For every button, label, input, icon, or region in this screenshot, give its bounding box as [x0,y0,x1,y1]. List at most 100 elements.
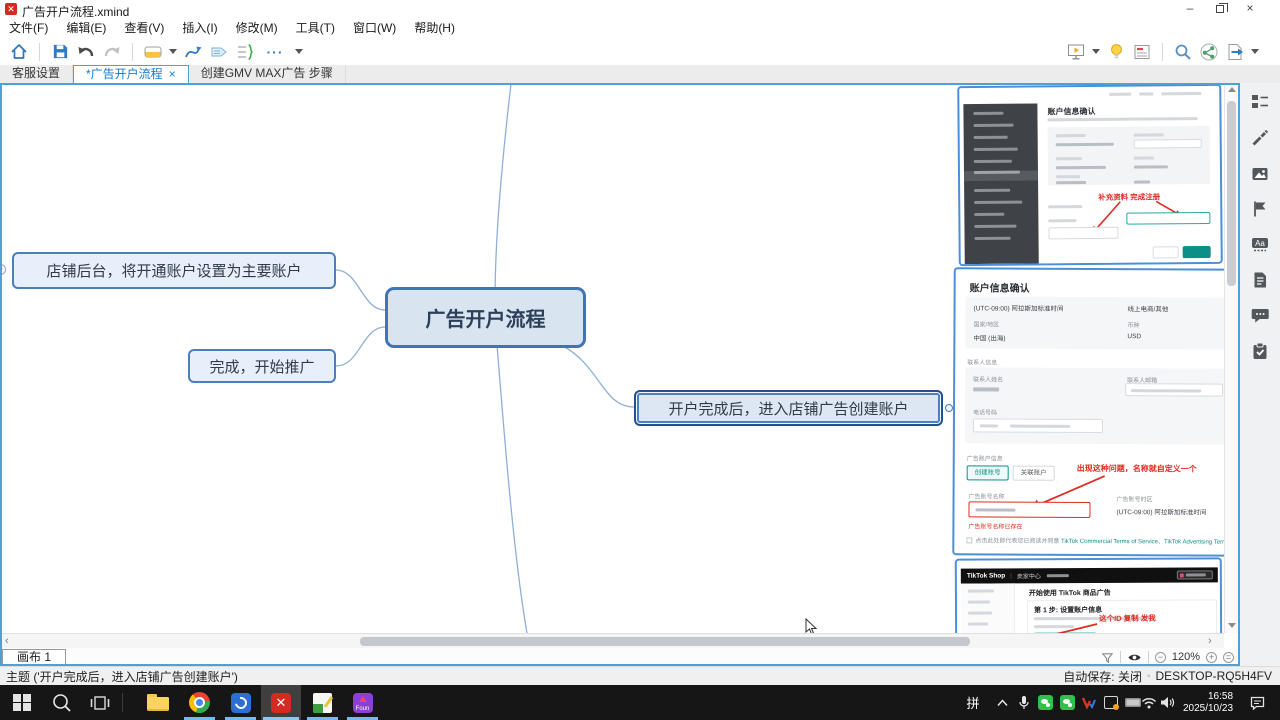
sticker-text-icon[interactable]: Aa [1251,235,1269,253]
topic-selected-create-ad-account[interactable]: 开户完成后，进入店铺广告创建账户 [634,390,943,426]
horizontal-scrollbar[interactable]: ‹ › [0,633,1224,648]
export-dropdown[interactable] [1251,49,1259,54]
tab-close-icon[interactable]: × [169,66,176,83]
save-button[interactable] [47,40,73,64]
start-button[interactable] [2,685,42,720]
redo-button[interactable] [99,40,125,64]
tray-screenshot-icon[interactable] [1100,685,1122,720]
export-icon [1225,42,1245,62]
vertical-scrollbar[interactable] [1224,83,1238,633]
home-button[interactable] [6,40,32,64]
topic-shop-backend[interactable]: 店铺后台，将开通账户设置为主要账户 [12,252,336,289]
windows-taskbar: ✕ Foun 拼 [0,685,1280,720]
taskbar-notes-app[interactable] [303,685,342,720]
export-button[interactable] [1222,40,1248,64]
zoom-fit-button[interactable]: = [1223,652,1234,663]
remote-app-icon [231,693,251,713]
tray-security-icon[interactable] [1078,685,1100,720]
notes-button[interactable] [1129,40,1155,64]
outline-icon[interactable] [1251,93,1269,111]
menu-window[interactable]: 窗口(W) [344,19,405,38]
zoom-level[interactable]: 120% [1172,651,1200,663]
more-dots-icon: ··· [267,44,284,60]
notes-app-icon [313,693,332,713]
taskbar-chrome[interactable] [180,685,219,720]
search-button[interactable] [1170,40,1196,64]
note-icon[interactable] [1251,271,1269,289]
menu-modify[interactable]: 修改(M) [227,19,287,38]
sheet-tab-canvas1[interactable]: 画布 1 [2,649,66,665]
taskbar-xmind-active[interactable]: ✕ [261,685,301,720]
autosave-status[interactable]: 自动保存: 关闭 [1063,668,1142,685]
zoom-in-button[interactable]: + [1206,652,1217,663]
new-topic-dropdown[interactable] [169,49,177,54]
topic-icon [143,42,163,62]
selection-info: 主题 ('开户完成后，进入店铺广告创建账户') [0,668,238,685]
task-view-icon [90,694,110,712]
summary-button[interactable] [206,40,232,64]
tray-volume-icon[interactable] [1156,685,1178,720]
task-view-button[interactable] [82,685,118,720]
undo-button[interactable] [73,40,99,64]
tray-hidden-icons[interactable] [992,685,1012,720]
scroll-left-arrow[interactable]: ‹ [5,634,9,648]
image-icon[interactable] [1251,165,1269,183]
device-name: DESKTOP-RQ5H4FV [1156,669,1272,683]
menu-insert[interactable]: 插入(I) [173,19,226,38]
menu-help[interactable]: 帮助(H) [405,19,464,38]
presentation-button[interactable] [1063,40,1089,64]
founder-app-icon: Foun [353,693,373,713]
format-brush-icon[interactable] [1251,129,1269,147]
screenshot-account-confirm-modal[interactable]: 账户信息确认 补充资料 完成 [957,84,1223,266]
scroll-right-arrow[interactable]: › [1208,634,1212,648]
confirm-button-mini [1183,246,1211,258]
minimize-button[interactable]: – [1175,0,1205,18]
menu-edit[interactable]: 编辑(E) [57,19,115,38]
task-clipboard-icon[interactable] [1251,342,1269,360]
vertical-scroll-thumb[interactable] [1227,101,1236,286]
taskbar-search-button[interactable] [42,685,82,720]
tab-customer-service[interactable]: 客服设置 [0,65,73,83]
screenshot-account-info-form[interactable]: 账户信息确认 (UTC-09:00) 阿拉斯加标准时间 线上电商/其他 国家/地… [952,267,1224,556]
menu-file[interactable]: 文件(F) [0,19,57,38]
search-icon [1173,42,1193,62]
mindmap-canvas[interactable]: + 店铺后台，将开通账户设置为主要账户 完成，开始推广 广告开户流程 开户完成后… [0,83,1224,633]
menu-view[interactable]: 查看(V) [115,19,173,38]
tray-wechat-icon[interactable] [1034,685,1056,720]
topic-expand-handle[interactable] [945,404,953,412]
maximize-button[interactable] [1205,0,1235,18]
zoom-out-button[interactable]: − [1155,652,1166,663]
new-topic-button[interactable] [140,40,166,64]
tab-ad-account-flow[interactable]: *广告开户流程 × [73,65,189,83]
scroll-down-arrow[interactable] [1228,623,1236,628]
filter-icon[interactable] [1101,651,1114,664]
horizontal-scroll-thumb[interactable] [360,637,970,646]
taskbar-founder-app[interactable]: Foun [343,685,382,720]
topic-start-promotion[interactable]: 完成，开始推广 [188,349,336,383]
taskbar-clock[interactable]: 16:58 2025/10/23 [1178,685,1238,720]
screenshot-tiktok-shop-ads[interactable]: TikTok Shop | 卖家中心 开 [955,557,1223,633]
preview-eye-icon[interactable] [1127,651,1142,664]
taskbar-remote-app[interactable] [221,685,260,720]
central-topic[interactable]: 广告开户流程 [385,287,586,348]
presentation-dropdown[interactable] [1092,49,1100,54]
more-tools-dropdown[interactable] [295,49,303,54]
close-button[interactable]: × [1235,0,1265,18]
tab-gmv-max[interactable]: 创建GMV MAX广告 步骤 [189,65,346,83]
menu-tools[interactable]: 工具(T) [287,19,344,38]
tray-wechat2-icon[interactable] [1056,685,1078,720]
comment-icon[interactable] [1251,306,1269,324]
more-tools-button[interactable]: ··· [258,40,292,64]
taskbar-file-explorer[interactable] [138,685,178,720]
boundary-button[interactable] [232,40,258,64]
toolbar: ··· [0,38,1280,65]
ad-name-label: 广告账号名称 [969,491,1005,500]
relationship-button[interactable] [180,40,206,64]
scroll-up-arrow[interactable] [1228,87,1236,92]
inspiration-button[interactable] [1103,40,1129,64]
share-button[interactable] [1196,40,1222,64]
marker-flag-icon[interactable] [1251,200,1269,218]
tray-microphone-icon[interactable] [1014,685,1034,720]
ime-indicator[interactable]: 拼 [962,685,984,720]
notification-center-button[interactable] [1242,685,1272,720]
